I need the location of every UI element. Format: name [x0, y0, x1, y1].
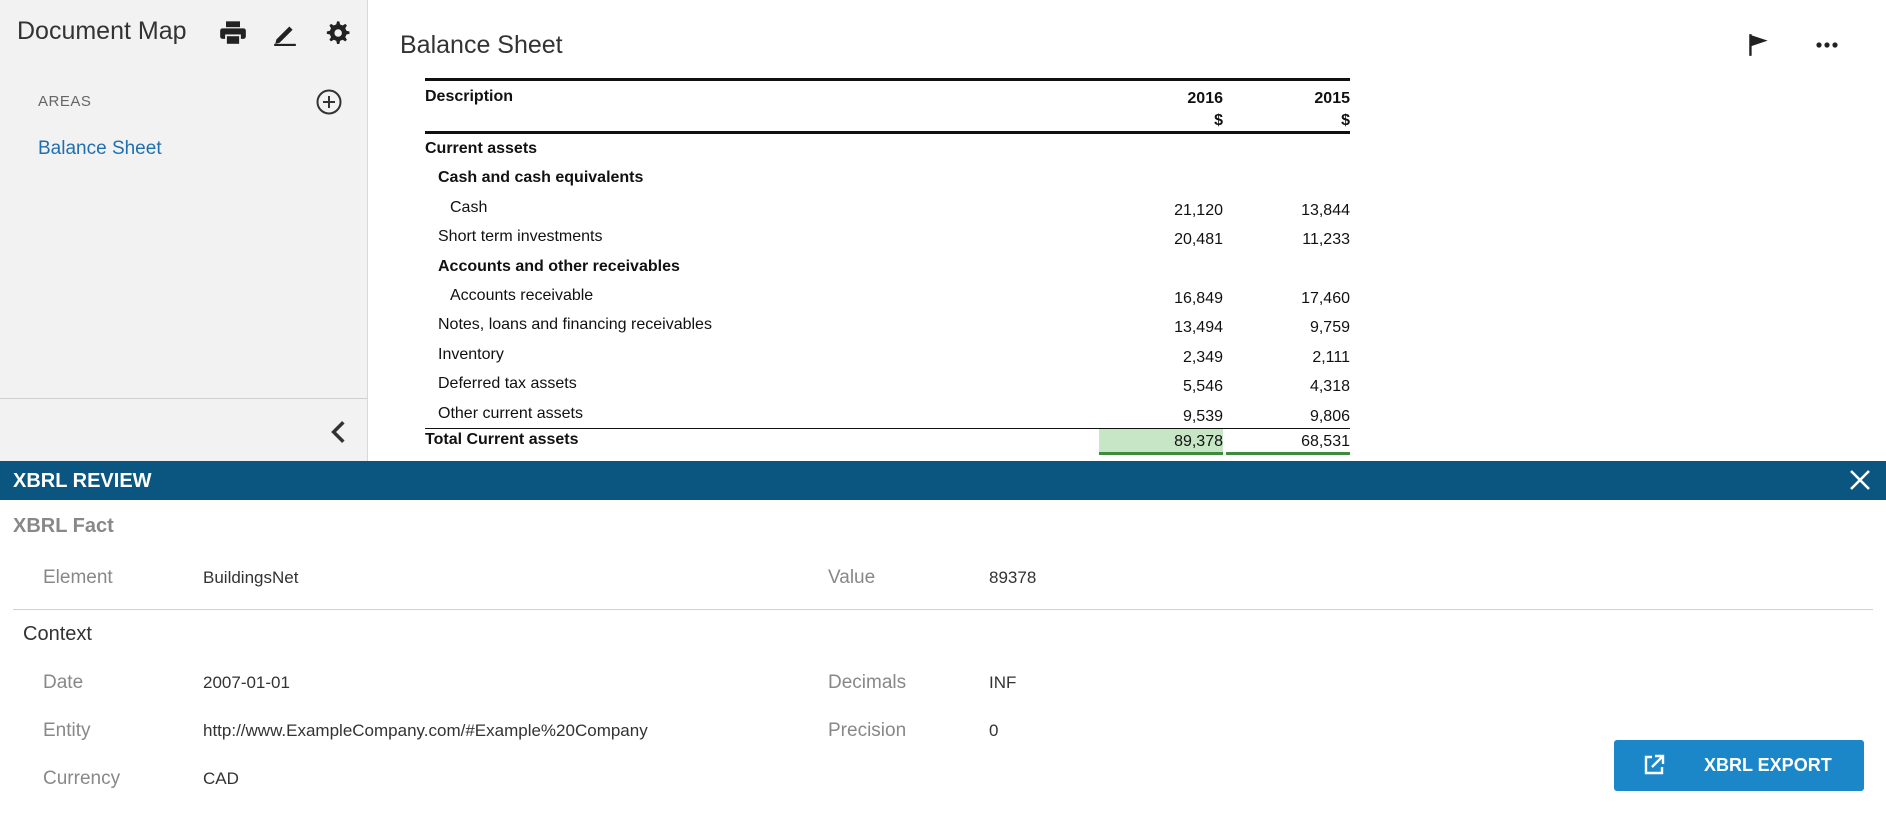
value-2015[interactable]: 17,460	[1301, 290, 1350, 308]
element-label: Element	[43, 567, 113, 588]
section-divider	[13, 609, 1873, 610]
row-label: Notes, loans and financing receivables	[438, 316, 712, 334]
sidebar-divider	[0, 398, 367, 399]
value-2016[interactable]: 21,120	[1174, 202, 1223, 220]
value-2015[interactable]: 11,233	[1302, 231, 1350, 249]
table-row: Cash 21,120 13,844	[425, 193, 1350, 222]
review-title: XBRL REVIEW	[13, 470, 152, 492]
currency-label: Currency	[43, 768, 121, 789]
document-map-sidebar: Document Map AREAS Balance Sheet	[0, 0, 368, 461]
header-description: Description	[425, 88, 514, 105]
print-icon[interactable]	[218, 18, 248, 48]
header-2016-year: 2016	[1187, 90, 1223, 107]
table-row: Inventory 2,349 2,111	[425, 340, 1350, 369]
value-2016[interactable]: 16,849	[1174, 290, 1223, 308]
decimals-value: INF	[989, 673, 1017, 692]
gear-icon[interactable]	[322, 18, 352, 48]
collapse-sidebar-icon[interactable]	[326, 419, 352, 445]
value-2016[interactable]: 20,481	[1174, 231, 1223, 249]
sidebar-toolbar	[218, 18, 352, 48]
element-value: BuildingsNet	[203, 568, 299, 587]
xbrl-fact-title: XBRL Fact	[13, 515, 114, 537]
value-2015[interactable]: 2,111	[1312, 349, 1350, 367]
value-label: Value	[828, 567, 876, 588]
value-2015[interactable]: 13,844	[1301, 202, 1350, 220]
areas-label: AREAS	[38, 93, 92, 110]
value-2016[interactable]: 9,539	[1183, 408, 1223, 426]
header-2016: 2016 $	[1187, 88, 1223, 132]
table-row-total: Total Current assets 89,378 68,531	[425, 427, 1350, 458]
row-label: Short term investments	[438, 228, 603, 246]
header-2015: 2015 $	[1314, 88, 1350, 132]
header-2015-year: 2015	[1314, 90, 1350, 107]
xbrl-review-header: XBRL REVIEW	[0, 461, 1886, 500]
table-row: Other current assets 9,539 9,806	[425, 399, 1350, 428]
close-icon[interactable]	[1848, 468, 1872, 492]
entity-label: Entity	[43, 720, 91, 741]
flag-icon[interactable]	[1744, 30, 1774, 60]
table-row: Current assets	[425, 134, 1350, 163]
table-row: Deferred tax assets 5,546 4,318	[425, 369, 1350, 398]
row-label: Other current assets	[438, 404, 583, 422]
value-2016[interactable]: 5,546	[1183, 378, 1223, 396]
row-label: Cash and cash equivalents	[438, 169, 644, 187]
row-label: Deferred tax assets	[438, 375, 577, 393]
top-actions	[1744, 30, 1842, 60]
entity-value: http://www.ExampleCompany.com/#Example%2…	[203, 721, 648, 740]
row-label: Total Current assets	[425, 430, 579, 448]
page-title: Balance Sheet	[400, 31, 563, 59]
row-label: Inventory	[438, 345, 504, 363]
context-title: Context	[23, 623, 92, 645]
value-value: 89378	[989, 568, 1037, 587]
sidebar-title: Document Map	[17, 17, 187, 45]
table-header: Description 2016 $ 2015 $	[425, 78, 1350, 134]
precision-label: Precision	[828, 720, 907, 741]
value-2015[interactable]: 68,531	[1226, 429, 1350, 455]
table-row: Cash and cash equivalents	[425, 163, 1350, 192]
value-2015[interactable]: 9,759	[1310, 319, 1350, 337]
value-2016[interactable]: 13,494	[1174, 319, 1223, 337]
currency-value: CAD	[203, 769, 239, 788]
header-2016-unit: $	[1214, 112, 1223, 129]
xbrl-export-button[interactable]: XBRL EXPORT	[1614, 740, 1864, 791]
xbrl-export-label: XBRL EXPORT	[1704, 755, 1832, 775]
row-label: Cash	[450, 198, 488, 216]
row-label: Accounts receivable	[450, 286, 594, 304]
external-link-icon	[1642, 753, 1668, 779]
date-value: 2007-01-01	[203, 673, 290, 692]
table-row: Accounts receivable 16,849 17,460	[425, 281, 1350, 310]
balance-sheet-table: Description 2016 $ 2015 $ Current assets…	[425, 78, 1350, 458]
precision-value: 0	[989, 721, 999, 740]
table-row: Accounts and other receivables	[425, 252, 1350, 281]
row-label: Current assets	[425, 140, 538, 157]
value-2015[interactable]: 4,318	[1310, 378, 1350, 396]
more-options-icon[interactable]	[1812, 30, 1842, 60]
edit-icon[interactable]	[270, 18, 300, 48]
decimals-label: Decimals	[828, 672, 907, 693]
table-row: Notes, loans and financing receivables 13…	[425, 310, 1350, 339]
header-2015-unit: $	[1341, 112, 1350, 129]
value-2015[interactable]: 9,806	[1310, 408, 1350, 426]
date-label: Date	[43, 672, 84, 693]
table-row: Short term investments 20,481 11,233	[425, 222, 1350, 251]
add-area-icon[interactable]	[315, 88, 343, 116]
row-label: Accounts and other receivables	[438, 257, 680, 275]
value-2016[interactable]: 2,349	[1183, 349, 1223, 367]
value-2016-selected[interactable]: 89,378	[1099, 428, 1223, 455]
sidebar-item-balance-sheet[interactable]: Balance Sheet	[38, 138, 162, 160]
